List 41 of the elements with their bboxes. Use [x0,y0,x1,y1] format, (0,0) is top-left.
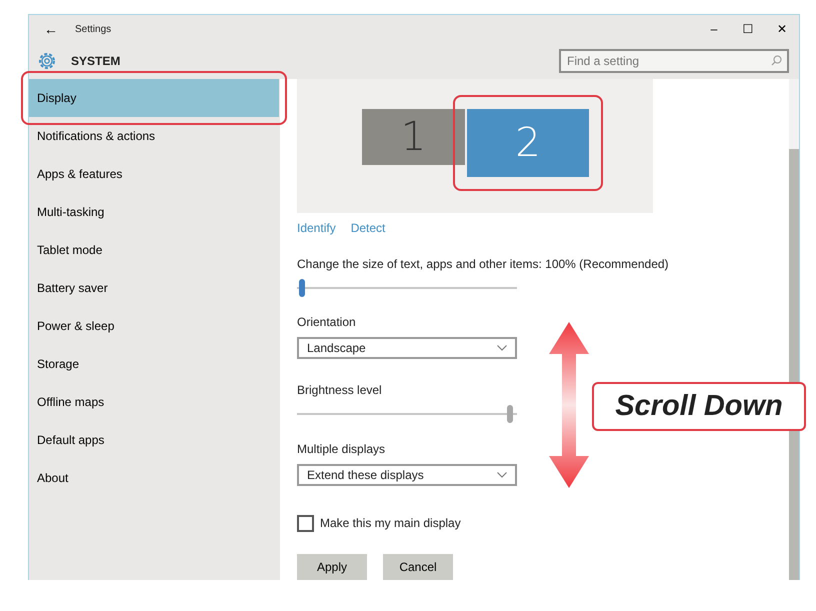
sidebar-item[interactable]: Multi-tasking [29,193,279,231]
search-icon[interactable] [771,55,782,66]
setting-label: Multiple displays [297,441,386,458]
slider[interactable] [297,405,517,422]
chevron-icon [497,345,507,352]
dropdown[interactable]: Landscape [297,337,517,360]
gear-icon [37,51,57,71]
close-button[interactable]: ✕ [765,20,799,38]
setting-label: Brightness level [297,382,383,400]
sidebar-item[interactable]: Default apps [29,421,279,459]
sidebar-item[interactable]: Battery saver [29,269,279,307]
search-field[interactable]: Find a setting [559,49,789,73]
maximize-button[interactable]: ☐ [731,20,765,38]
sidebar-item[interactable]: Notifications & actions [29,117,279,155]
callout-label: Scroll Down [592,382,806,431]
window-title: Settings [75,22,112,36]
sidebar-item[interactable]: Display [29,79,279,117]
sidebar-item[interactable]: Power & sleep [29,307,279,345]
minimize-button[interactable]: – [697,20,731,38]
slider-thumb[interactable] [299,278,306,297]
sidebar-item[interactable]: Offline maps [29,383,279,421]
sidebar-item[interactable]: About [29,459,279,497]
section-title: SYSTEM [71,53,120,70]
chevron-icon [497,472,507,478]
scrollbar[interactable] [789,79,799,580]
link[interactable]: Identify [297,218,336,237]
sidebar-item[interactable]: Tablet mode [29,231,279,269]
checkbox[interactable] [297,514,314,532]
slider[interactable] [297,278,517,296]
monitor-tile[interactable]: 1 [362,109,465,165]
dropdown[interactable]: Extend these displays [297,464,517,486]
setting-label: Orientation [297,314,357,332]
back-button[interactable]: ← [33,18,69,40]
sidebar-item[interactable]: Apps & features [29,155,279,193]
link[interactable]: Detect [350,218,386,237]
slider-thumb[interactable] [506,405,513,424]
dialog-button[interactable]: Cancel [383,554,453,580]
checkbox-label: Make this my main display [320,515,461,532]
sidebar-item[interactable]: Storage [29,345,279,383]
setting-label: Change the size of text, apps and other items: 100% (Recommended) [297,256,670,273]
dialog-button[interactable]: Apply [297,554,367,580]
